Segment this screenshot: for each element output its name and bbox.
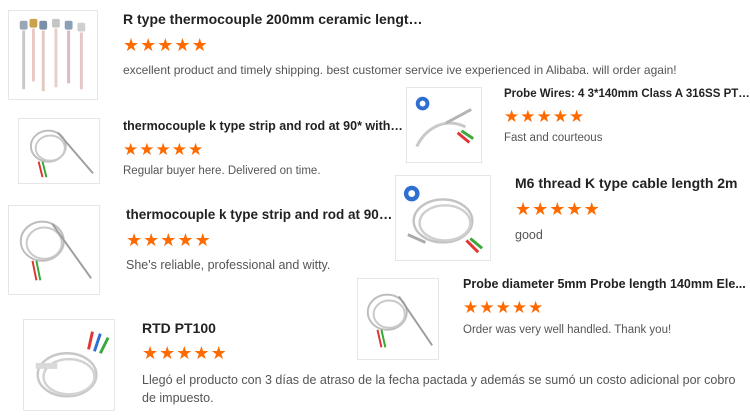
star-icon: ★ <box>126 230 144 250</box>
star-icon: ★ <box>532 199 550 219</box>
star-rating: ★★★★★ <box>504 107 585 127</box>
review-product-title[interactable]: M6 thread K type cable length 2m <box>515 175 750 191</box>
star-icon: ★ <box>583 199 601 219</box>
review-product-title[interactable]: RTD PT100 <box>142 320 442 336</box>
star-icon: ★ <box>177 230 195 250</box>
star-icon: ★ <box>191 35 209 55</box>
review-comment: She's reliable, professional and witty. <box>126 258 331 272</box>
star-icon: ★ <box>193 343 211 363</box>
star-icon: ★ <box>520 107 537 126</box>
star-icon: ★ <box>569 107 586 126</box>
star-rating: ★★★★★ <box>515 199 601 220</box>
star-icon: ★ <box>123 35 141 55</box>
review-comment: Regular buyer here. Delivered on time. <box>123 165 321 177</box>
rtd-probe-image[interactable] <box>23 319 115 411</box>
coiled-probe-image[interactable] <box>8 205 100 295</box>
star-icon: ★ <box>188 140 205 159</box>
coiled-cable-with-logo-image[interactable] <box>395 175 491 261</box>
star-rating: ★★★★★ <box>123 140 204 160</box>
star-icon: ★ <box>139 140 156 159</box>
star-icon: ★ <box>174 35 192 55</box>
star-icon: ★ <box>160 230 178 250</box>
star-rating: ★★★★★ <box>123 35 209 56</box>
review-card: thermocouple k type strip and rod at 90*… <box>0 110 403 190</box>
star-icon: ★ <box>157 35 175 55</box>
coiled-probe-image[interactable] <box>18 118 100 184</box>
review-card: M6 thread K type cable length 2m ★★★★★ g… <box>395 165 750 265</box>
review-product-title[interactable]: R type thermocouple 200mm ceramic length… <box>123 11 423 27</box>
review-product-title[interactable]: thermocouple k type strip and rod at 90*… <box>123 119 403 133</box>
star-icon: ★ <box>123 140 140 159</box>
star-icon: ★ <box>176 343 194 363</box>
review-product-title[interactable]: Probe diameter 5mm Probe length 140mm El… <box>463 277 750 291</box>
ceramic-thermocouples-image[interactable] <box>8 10 98 100</box>
star-icon: ★ <box>171 140 188 159</box>
star-icon: ★ <box>210 343 228 363</box>
review-product-title[interactable]: thermocouple k type strip and rod at 90*… <box>126 207 396 222</box>
review-comment: Llegó el producto con 3 días de atraso d… <box>142 373 736 405</box>
star-icon: ★ <box>566 199 584 219</box>
star-icon: ★ <box>552 107 569 126</box>
review-comment: good <box>515 228 543 242</box>
star-icon: ★ <box>140 35 158 55</box>
star-icon: ★ <box>155 140 172 159</box>
star-icon: ★ <box>536 107 553 126</box>
probe-cable-with-logo-image[interactable] <box>406 87 482 163</box>
star-icon: ★ <box>515 199 533 219</box>
review-comment: Fast and courteous <box>504 132 603 144</box>
review-card: Probe Wires: 4 3*140mm Class A 316SS PTF… <box>400 80 750 165</box>
star-icon: ★ <box>143 230 161 250</box>
review-product-title[interactable]: Probe Wires: 4 3*140mm Class A 316SS PTF… <box>504 88 750 100</box>
star-icon: ★ <box>504 107 521 126</box>
star-rating: ★★★★★ <box>126 230 212 251</box>
star-icon: ★ <box>142 343 160 363</box>
review-comment: excellent product and timely shipping. b… <box>123 63 677 77</box>
star-icon: ★ <box>159 343 177 363</box>
review-card: thermocouple k type strip and rod at 90*… <box>0 195 396 295</box>
star-icon: ★ <box>194 230 212 250</box>
star-rating: ★★★★★ <box>142 343 228 364</box>
star-icon: ★ <box>549 199 567 219</box>
review-card: RTD PT100 ★★★★★ Llegó el producto con 3 … <box>0 308 750 417</box>
